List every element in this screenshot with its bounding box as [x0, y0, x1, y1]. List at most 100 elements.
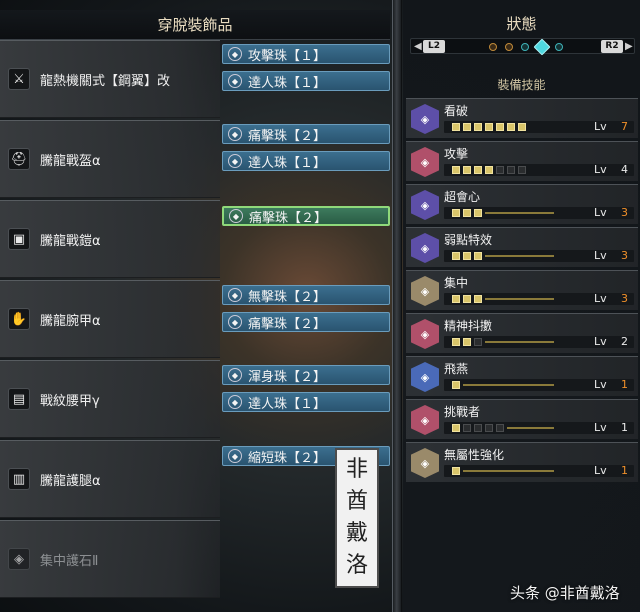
skill-lv-label: Lv	[594, 206, 607, 219]
skill-level-pip	[463, 424, 471, 432]
decoration-jewel-icon: ◆	[228, 74, 242, 88]
decoration-slot[interactable]: ◆ 渾身珠【２】	[222, 365, 390, 385]
skill-gauge-track	[507, 427, 554, 429]
skill-level-pip	[496, 123, 504, 131]
tab-dot-active[interactable]	[533, 38, 551, 56]
equipped-skills-title: 裝備技能	[497, 78, 546, 92]
decoration-slot[interactable]: ◆ 痛擊珠【２】	[222, 312, 390, 332]
skill-name: 弱點特效	[444, 233, 493, 247]
skill-level-pip	[463, 123, 471, 131]
tab-dot-1[interactable]	[489, 43, 497, 51]
skill-lv-label: Lv	[594, 378, 607, 391]
skill-row[interactable]: ◈ 無屬性強化 Lv 1	[406, 442, 638, 482]
skill-name: 挑戰者	[444, 405, 481, 419]
decoration-name: 攻擊珠【１】	[248, 48, 327, 64]
skill-lv-label: Lv	[594, 335, 607, 348]
equipment-row[interactable]: ✋ 騰龍腕甲α	[0, 280, 220, 358]
decoration-slot[interactable]: ◆ 達人珠【１】	[222, 392, 390, 412]
skill-row[interactable]: ◈ 集中 Lv 3	[406, 270, 638, 310]
decoration-jewel-icon: ◆	[228, 395, 242, 409]
decoration-jewel-icon: ◆	[228, 368, 242, 382]
skill-level-pip	[463, 209, 471, 217]
skill-level-value: 3	[621, 206, 628, 219]
decoration-name: 痛擊珠【２】	[249, 210, 328, 226]
skill-lv-label: Lv	[594, 464, 607, 477]
skill-gauge-track	[485, 298, 554, 300]
skill-name: 精神抖擻	[444, 319, 493, 333]
equipment-row[interactable]: ▥ 騰龍護腿α	[0, 440, 220, 518]
skill-level-value: 4	[621, 163, 628, 176]
decoration-name: 痛擊珠【２】	[248, 128, 327, 144]
watermark-credit: 头条 @非酋戴洛	[510, 584, 620, 602]
skill-level-pip	[474, 338, 482, 346]
equipment-name: 集中護石Ⅱ	[40, 553, 99, 569]
skill-lv-label: Lv	[594, 163, 607, 176]
skill-level-pip	[485, 166, 493, 174]
skill-gauge-track	[463, 384, 554, 386]
tab-dot-3[interactable]	[521, 43, 529, 51]
equipment-row[interactable]: ▤ 戰紋腰甲γ	[0, 360, 220, 438]
skill-name: 無屬性強化	[444, 448, 505, 462]
skill-jewel-icon: ◈	[411, 147, 439, 177]
skill-level-pip	[485, 123, 493, 131]
equipment-name: 騰龍戰鎧α	[40, 233, 101, 249]
tab-dot-5[interactable]	[555, 43, 563, 51]
leg-armor-icon: ▥	[8, 468, 30, 490]
skill-jewel-icon: ◈	[411, 104, 439, 134]
decoration-jewel-icon: ◆	[228, 288, 242, 302]
skill-row[interactable]: ◈ 攻擊 Lv 4	[406, 141, 638, 181]
decoration-jewel-icon: ◆	[228, 47, 242, 61]
skill-name: 攻擊	[444, 147, 469, 161]
decoration-slot[interactable]: ◆ 攻擊珠【１】	[222, 44, 390, 64]
decoration-slot[interactable]: ◆ 痛擊珠【２】	[222, 124, 390, 144]
skill-level-pip	[452, 424, 460, 432]
equipment-row[interactable]: ⛑ 騰龍戰盔α	[0, 120, 220, 198]
panel-divider	[392, 0, 402, 612]
decoration-name: 縮短珠【２】	[248, 450, 327, 466]
decoration-jewel-icon: ◆	[228, 449, 242, 463]
skill-row[interactable]: ◈ 精神抖擻 Lv 2	[406, 313, 638, 353]
equipment-name: 戰紋腰甲γ	[40, 393, 100, 409]
status-panel-title: 狀態	[506, 15, 537, 33]
decoration-slot[interactable]: ◆ 無擊珠【２】	[222, 285, 390, 305]
skill-row[interactable]: ◈ 挑戰者 Lv 1	[406, 399, 638, 439]
decoration-slot[interactable]: ◆ 達人珠【１】	[222, 151, 390, 171]
decoration-name: 無擊珠【２】	[248, 289, 327, 305]
decoration-slot[interactable]: ◆ 達人珠【１】	[222, 71, 390, 91]
decoration-name: 達人珠【１】	[248, 75, 327, 91]
skill-level-value: 7	[621, 120, 628, 133]
skill-gauge-track	[485, 341, 554, 343]
skill-row[interactable]: ◈ 弱點特效 Lv 3	[406, 227, 638, 267]
skill-jewel-icon: ◈	[411, 405, 439, 435]
skill-level-pip	[474, 424, 482, 432]
skill-level-pip	[452, 209, 460, 217]
skill-lv-label: Lv	[594, 120, 607, 133]
l2-button[interactable]: L2	[423, 40, 445, 53]
skill-jewel-icon: ◈	[411, 448, 439, 478]
decoration-slot[interactable]: ◆ 痛擊珠【２】	[222, 206, 390, 226]
skill-gauge-track	[463, 470, 554, 472]
decoration-name: 渾身珠【２】	[248, 369, 327, 385]
skill-row[interactable]: ◈ 看破 Lv 7	[406, 98, 638, 138]
r2-button[interactable]: R2	[601, 40, 623, 53]
skill-level-pip	[452, 252, 460, 260]
skill-level-pip	[474, 295, 482, 303]
stamp-char: 非	[345, 457, 368, 482]
status-tab-bar[interactable]: ◀ L2 R2 ▶	[410, 38, 635, 56]
skill-level-pip	[518, 166, 526, 174]
equipment-name: 騰龍護腿α	[40, 473, 101, 489]
skill-row[interactable]: ◈ 飛燕 Lv 1	[406, 356, 638, 396]
skill-level-pip	[452, 166, 460, 174]
skill-level-value: 1	[621, 421, 628, 434]
equipment-panel-title: 穿脫裝飾品	[0, 10, 390, 40]
decoration-name: 達人珠【１】	[248, 396, 327, 412]
equipment-row[interactable]: ◈ 集中護石Ⅱ	[0, 520, 220, 598]
skill-jewel-icon: ◈	[411, 319, 439, 349]
charm-icon: ◈	[8, 548, 30, 570]
gauntlet-icon: ✋	[8, 308, 30, 330]
skill-level-pip	[518, 123, 526, 131]
tab-dot-2[interactable]	[505, 43, 513, 51]
equipment-row[interactable]: ▣ 騰龍戰鎧α	[0, 200, 220, 278]
equipment-row[interactable]: ⚔ 龍熱機關式【鋼翼】改	[0, 40, 220, 118]
skill-row[interactable]: ◈ 超會心 Lv 3	[406, 184, 638, 224]
